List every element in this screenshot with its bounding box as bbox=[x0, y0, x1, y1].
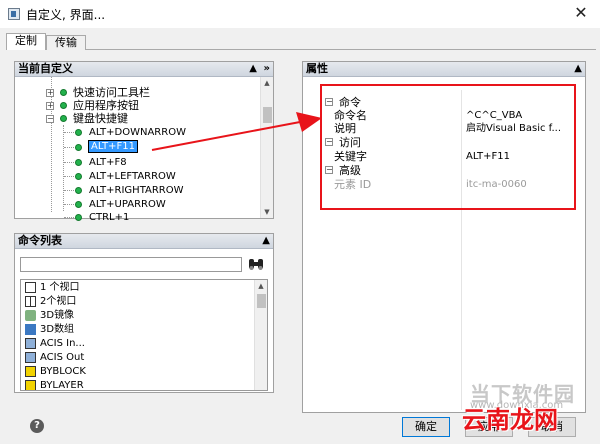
3d-mirror-icon bbox=[25, 310, 36, 321]
watermark-brand-red: 云南龙网 bbox=[462, 406, 558, 434]
shortcut-item[interactable]: CTRL+1 bbox=[89, 211, 129, 224]
tree-item-keyboard-shortcuts[interactable]: 键盘快捷键 bbox=[73, 112, 128, 125]
panel-header: 当前自定义 ▲ » bbox=[15, 62, 273, 77]
3d-array-icon bbox=[25, 324, 36, 335]
shortcut-item[interactable]: ALT+LEFTARROW bbox=[89, 170, 176, 183]
status-dot-icon bbox=[75, 144, 82, 151]
collapse-icon[interactable]: − bbox=[46, 115, 54, 123]
panel-title: 当前自定义 bbox=[18, 62, 73, 75]
bylayer-icon bbox=[25, 380, 36, 390]
expand-icon[interactable]: + bbox=[46, 102, 54, 110]
two-viewport-icon bbox=[25, 296, 36, 307]
ok-button[interactable]: 确定 bbox=[402, 417, 450, 437]
status-dot-icon bbox=[75, 129, 82, 136]
tree-item[interactable]: 快速访问工具栏 bbox=[73, 86, 150, 99]
panel-header: 属性 ▲ bbox=[303, 62, 585, 77]
highlight-box bbox=[320, 84, 576, 210]
window-title: 自定义, 界面... bbox=[26, 8, 106, 22]
shortcut-item[interactable]: ALT+F8 bbox=[89, 156, 127, 169]
selected-label: ALT+F11 bbox=[88, 140, 138, 153]
scroll-down-icon[interactable]: ▼ bbox=[261, 206, 273, 218]
status-dot-icon bbox=[75, 173, 82, 180]
shortcut-item[interactable]: ALT+RIGHTARROW bbox=[89, 184, 184, 197]
shortcut-item-selected[interactable]: ALT+F11 bbox=[88, 140, 138, 153]
command-search-input[interactable] bbox=[20, 257, 242, 272]
status-dot-icon bbox=[60, 115, 67, 122]
scroll-thumb[interactable] bbox=[257, 294, 266, 308]
tab-customize[interactable]: 定制 bbox=[6, 33, 46, 50]
collapse-up-icon[interactable]: ▲ bbox=[574, 62, 582, 76]
tab-transfer[interactable]: 传输 bbox=[46, 35, 86, 50]
status-dot-icon bbox=[75, 201, 82, 208]
status-dot-icon bbox=[60, 89, 67, 96]
expand-icon[interactable]: + bbox=[46, 89, 54, 97]
annotation-arrow-icon bbox=[151, 112, 322, 151]
binoculars-icon[interactable] bbox=[247, 256, 265, 273]
command-list-panel: 命令列表 ▲ 1 个视口 2个视口 3D镜像 3D数组 ACIS In... A… bbox=[14, 233, 274, 393]
collapse-up-icon[interactable]: ▲ bbox=[262, 234, 270, 248]
expand-panel-icon[interactable]: » bbox=[264, 62, 270, 76]
panel-title: 命令列表 bbox=[18, 234, 62, 247]
status-dot-icon bbox=[60, 102, 67, 109]
help-button[interactable]: ? bbox=[30, 419, 44, 433]
shortcut-item[interactable]: ALT+UPARROW bbox=[89, 198, 166, 211]
panel-header: 命令列表 ▲ bbox=[15, 234, 273, 249]
tab-strip-border bbox=[6, 49, 596, 50]
scroll-up-icon[interactable]: ▲ bbox=[261, 77, 273, 89]
panel-title: 属性 bbox=[306, 62, 328, 75]
acis-in-icon bbox=[25, 338, 36, 349]
scroll-up-icon[interactable]: ▲ bbox=[255, 280, 267, 292]
tree-item[interactable]: 应用程序按钮 bbox=[73, 99, 139, 112]
status-dot-icon bbox=[75, 187, 82, 194]
single-viewport-icon bbox=[25, 282, 36, 293]
collapse-up-icon[interactable]: ▲ bbox=[249, 62, 257, 76]
status-dot-icon bbox=[75, 214, 82, 221]
command-list-scrollbar[interactable]: ▲ bbox=[254, 280, 267, 390]
app-window-icon bbox=[8, 8, 20, 20]
acis-out-icon bbox=[25, 352, 36, 363]
close-button[interactable]: ✕ bbox=[566, 2, 596, 24]
status-dot-icon bbox=[75, 159, 82, 166]
command-list: 1 个视口 2个视口 3D镜像 3D数组 ACIS In... ACIS Out… bbox=[20, 279, 268, 391]
byblock-icon bbox=[25, 366, 36, 377]
